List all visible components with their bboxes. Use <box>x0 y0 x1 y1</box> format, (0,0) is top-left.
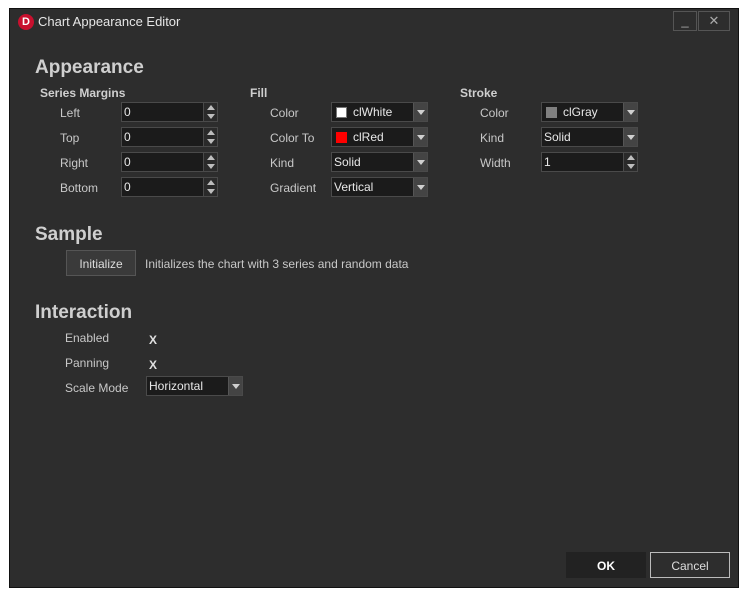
chevron-down-icon[interactable] <box>623 128 637 146</box>
arrow-up-icon[interactable] <box>207 130 215 135</box>
dialog-window: D Chart Appearance Editor _ ✕ Appearance… <box>9 8 739 588</box>
fill-color-label: Color <box>270 106 299 120</box>
margin-top-label: Top <box>60 131 80 145</box>
stroke-color-label: Color <box>480 106 509 120</box>
fill-gradient-label: Gradient <box>270 181 317 195</box>
fill-kind-select[interactable]: Solid <box>331 152 428 172</box>
margin-right-spinner[interactable]: 0 <box>121 152 218 172</box>
app-logo-icon: D <box>18 14 34 30</box>
chevron-down-icon[interactable] <box>413 178 427 196</box>
fill-color-to-label: Color To <box>270 131 315 145</box>
chevron-down-icon[interactable] <box>228 377 242 395</box>
stroke-color-value: clGray <box>563 105 598 119</box>
ok-button[interactable]: OK <box>566 552 646 578</box>
title-bar: D Chart Appearance Editor _ ✕ <box>10 9 738 35</box>
margin-top-spinner[interactable]: 0 <box>121 127 218 147</box>
window-title: Chart Appearance Editor <box>38 14 181 29</box>
initialize-button[interactable]: Initialize <box>66 250 136 276</box>
margin-right-value: 0 <box>124 155 131 169</box>
stroke-kind-select[interactable]: Solid <box>541 127 638 147</box>
close-button[interactable]: ✕ <box>698 11 730 31</box>
scale-mode-label: Scale Mode <box>65 381 129 395</box>
interaction-heading: Interaction <box>35 302 133 323</box>
arrow-up-icon[interactable] <box>627 155 635 160</box>
fill-gradient-select[interactable]: Vertical <box>331 177 428 197</box>
color-swatch <box>336 132 347 143</box>
margin-left-label: Left <box>60 106 81 120</box>
stroke-kind-label: Kind <box>480 131 505 145</box>
arrow-down-icon[interactable] <box>207 164 215 169</box>
arrow-down-icon[interactable] <box>207 114 215 119</box>
arrow-up-icon[interactable] <box>207 155 215 160</box>
enabled-checkbox[interactable]: X <box>147 334 159 346</box>
arrow-up-icon[interactable] <box>207 180 215 185</box>
stroke-heading: Stroke <box>460 86 498 100</box>
chevron-down-icon[interactable] <box>413 153 427 171</box>
fill-color-to-value: clRed <box>353 130 384 144</box>
series-margins-heading: Series Margins <box>40 86 126 100</box>
margin-bottom-label: Bottom <box>60 181 99 195</box>
color-swatch <box>336 107 347 118</box>
margin-bottom-spinner[interactable]: 0 <box>121 177 218 197</box>
fill-color-select[interactable]: clWhite <box>331 102 428 122</box>
stroke-color-select[interactable]: clGray <box>541 102 638 122</box>
margin-right-label: Right <box>60 156 89 170</box>
arrow-down-icon[interactable] <box>627 164 635 169</box>
fill-heading: Fill <box>250 86 268 100</box>
spinner-arrows[interactable] <box>203 178 217 196</box>
minimize-button[interactable]: _ <box>673 11 697 31</box>
margin-left-spinner[interactable]: 0 <box>121 102 218 122</box>
enabled-label: Enabled <box>65 331 110 345</box>
margin-top-value: 0 <box>124 130 131 144</box>
stroke-width-value: 1 <box>544 155 551 169</box>
stroke-width-spinner[interactable]: 1 <box>541 152 638 172</box>
scale-mode-select[interactable]: Horizontal <box>146 376 243 396</box>
panning-label: Panning <box>65 356 110 370</box>
chevron-down-icon[interactable] <box>413 103 427 121</box>
fill-gradient-value: Vertical <box>334 180 374 194</box>
chevron-down-icon[interactable] <box>623 103 637 121</box>
initialize-description: Initializes the chart with 3 series and … <box>145 257 409 271</box>
spinner-arrows[interactable] <box>623 153 637 171</box>
spinner-arrows[interactable] <box>203 103 217 121</box>
spinner-arrows[interactable] <box>203 128 217 146</box>
margin-left-value: 0 <box>124 105 131 119</box>
fill-color-to-select[interactable]: clRed <box>331 127 428 147</box>
chevron-down-icon[interactable] <box>413 128 427 146</box>
margin-bottom-value: 0 <box>124 180 131 194</box>
cancel-button[interactable]: Cancel <box>650 552 730 578</box>
stroke-width-label: Width <box>480 156 511 170</box>
fill-color-value: clWhite <box>353 105 393 119</box>
panning-checkbox[interactable]: X <box>147 359 159 371</box>
arrow-down-icon[interactable] <box>207 139 215 144</box>
arrow-down-icon[interactable] <box>207 189 215 194</box>
fill-kind-label: Kind <box>270 156 295 170</box>
fill-kind-value: Solid <box>334 155 361 169</box>
stroke-kind-value: Solid <box>544 130 571 144</box>
appearance-heading: Appearance <box>35 57 144 78</box>
spinner-arrows[interactable] <box>203 153 217 171</box>
color-swatch <box>546 107 557 118</box>
sample-heading: Sample <box>35 224 103 245</box>
arrow-up-icon[interactable] <box>207 105 215 110</box>
scale-mode-value: Horizontal <box>149 379 204 393</box>
